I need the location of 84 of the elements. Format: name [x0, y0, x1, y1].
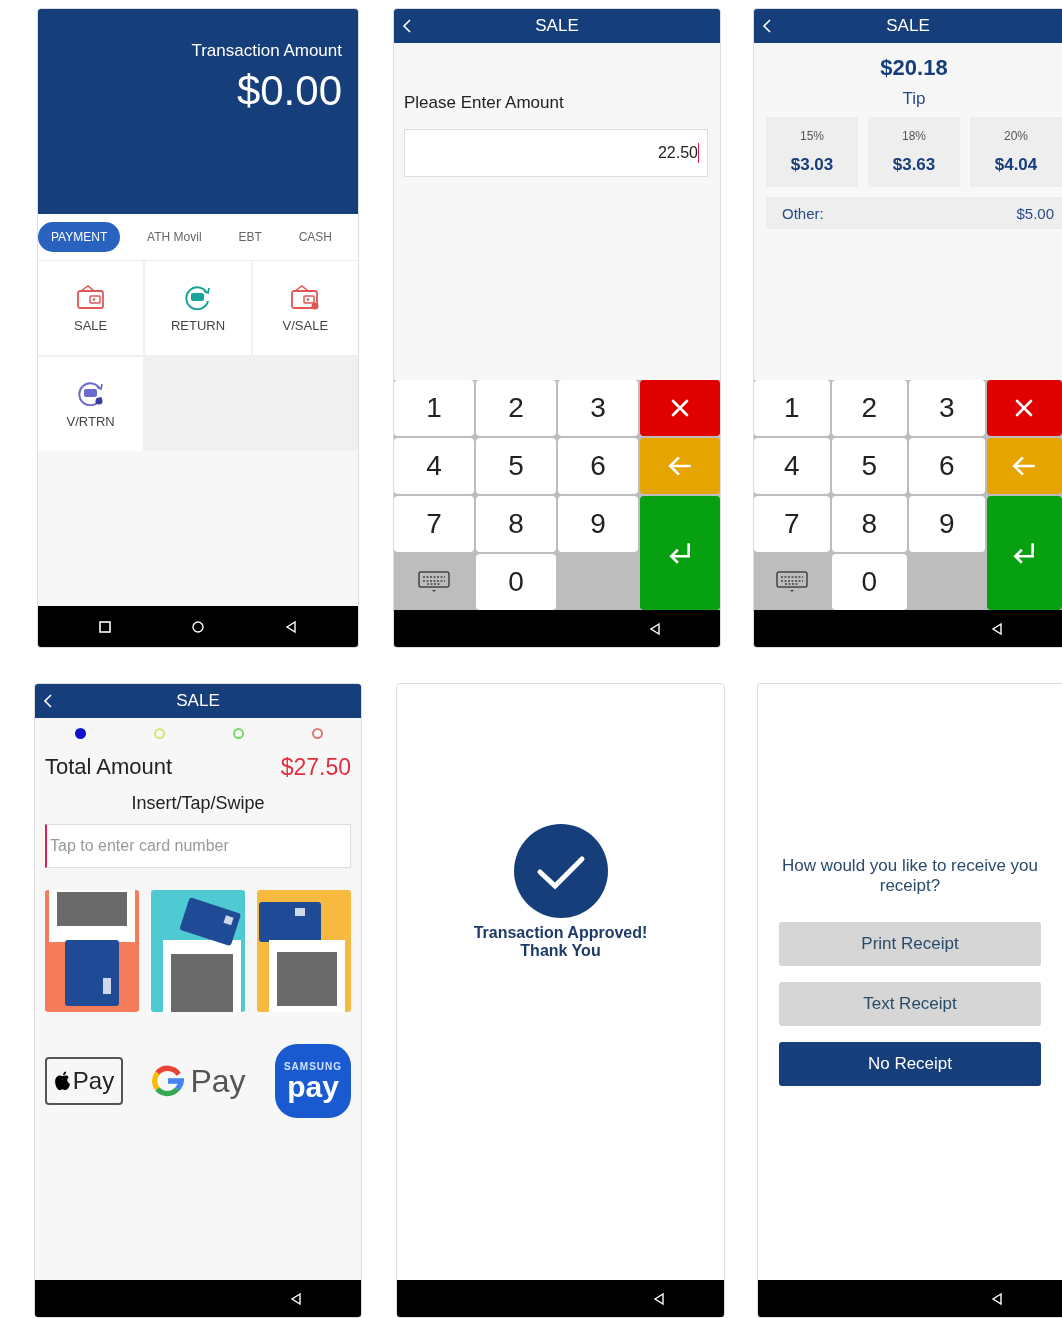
samsung-pay-badge[interactable]: SAMSUNG pay [275, 1044, 351, 1118]
header-label: Transaction Amount [191, 41, 342, 61]
total-amount: $20.18 [880, 55, 948, 81]
apple-pay-badge[interactable]: Pay [45, 1057, 123, 1105]
receipt-button[interactable]: No Receipt [779, 1042, 1041, 1086]
exchange-icon [183, 283, 213, 310]
back-icon[interactable] [648, 621, 662, 636]
enter-icon [667, 541, 693, 565]
close-icon [669, 397, 691, 419]
screen-title: SALE [886, 16, 930, 36]
digit-key[interactable]: 0 [476, 554, 556, 610]
other-tip-row[interactable]: Other: $5.00 [766, 197, 1062, 229]
action-tile[interactable]: V/SALE [252, 261, 358, 355]
tip-label: Tip [902, 89, 926, 109]
amount-field[interactable]: 22.50 [404, 129, 708, 177]
receipt-question: receipt? [879, 876, 941, 896]
total-label: Total Amount [45, 754, 173, 781]
digit-key[interactable]: 7 [394, 496, 474, 552]
digit-key[interactable]: 4 [754, 438, 830, 494]
digit-key[interactable]: 5 [476, 438, 556, 494]
receipt-question: How would you like to receive you [781, 856, 1039, 876]
screen-title: SALE [176, 691, 220, 711]
payment-tab[interactable]: PAYMENT [38, 222, 121, 252]
back-icon[interactable] [652, 1291, 666, 1306]
digit-key[interactable]: 6 [909, 438, 985, 494]
action-tile[interactable]: SALE [38, 261, 144, 355]
back-icon[interactable] [284, 619, 299, 634]
digit-key[interactable]: 0 [831, 554, 907, 610]
amount-text: $0.00 [236, 67, 342, 115]
receipt-button[interactable]: Text Receipt [779, 982, 1041, 1026]
payment-tab[interactable]: CASH [288, 222, 342, 252]
pay-text: Pay [72, 1067, 115, 1095]
digit-key[interactable]: 1 [754, 380, 830, 436]
recent-apps-icon[interactable] [97, 619, 112, 634]
digit-key[interactable]: 6 [558, 438, 638, 494]
pay-text: Pay [190, 1062, 246, 1100]
prompt-text: Insert/Tap/Swipe [131, 793, 265, 814]
pay-text: pay [287, 1071, 339, 1102]
apple-icon [53, 1071, 71, 1091]
prompt-text: Please Enter Amount [404, 93, 565, 113]
action-tile[interactable]: RETURN [145, 261, 251, 355]
wallet-icon [290, 283, 321, 310]
back-icon[interactable] [990, 1291, 1004, 1306]
payment-tab[interactable]: EBT [228, 222, 272, 252]
payment-tab[interactable]: ATH Movil [137, 222, 212, 252]
digit-key[interactable]: 9 [909, 496, 985, 552]
home-icon[interactable] [191, 619, 205, 634]
tip-option[interactable]: 15% $3.03 [766, 117, 858, 187]
clear-key[interactable] [986, 380, 1062, 436]
tip-option[interactable]: 18% $3.63 [868, 117, 960, 187]
back-icon[interactable] [43, 693, 53, 709]
digit-key[interactable]: 8 [831, 496, 907, 552]
brand-text: SAMSUNG [283, 1060, 343, 1072]
left-arrow-icon [1011, 455, 1038, 477]
digit-key[interactable]: 2 [476, 380, 556, 436]
approval-message: Transaction Approved! [473, 924, 648, 942]
action-tile[interactable]: V/RTRN [38, 357, 144, 451]
g-logo-icon[interactable] [152, 1065, 185, 1097]
back-icon[interactable] [762, 18, 772, 34]
digit-key[interactable]: 2 [831, 380, 907, 436]
approval-message: Thank You [520, 942, 601, 960]
digit-key[interactable]: 8 [476, 496, 556, 552]
left-arrow-icon [667, 455, 693, 477]
digit-key[interactable]: 4 [394, 438, 474, 494]
exchange-icon [75, 379, 106, 406]
digit-key[interactable]: 3 [558, 380, 638, 436]
back-icon[interactable] [402, 18, 412, 34]
digit-key[interactable]: 1 [394, 380, 474, 436]
back-icon[interactable] [990, 621, 1004, 636]
tip-option[interactable]: 20% $4.04 [970, 117, 1062, 187]
card-number-field[interactable]: Tap to enter card number [45, 824, 351, 868]
digit-key[interactable]: 3 [909, 380, 985, 436]
keyboard-icon [775, 570, 808, 594]
check-circle-icon [513, 824, 608, 918]
screen-title: SALE [535, 16, 579, 36]
receipt-button[interactable]: Print Receipt [779, 922, 1041, 966]
keyboard-icon [418, 570, 450, 594]
wallet-icon [75, 283, 106, 310]
total-amount: $27.50 [280, 754, 351, 781]
digit-key[interactable]: 5 [831, 438, 907, 494]
digit-key[interactable]: 9 [558, 496, 638, 552]
back-icon[interactable] [289, 1291, 303, 1306]
digit-key[interactable]: 7 [754, 496, 830, 552]
clear-key[interactable] [640, 380, 720, 436]
